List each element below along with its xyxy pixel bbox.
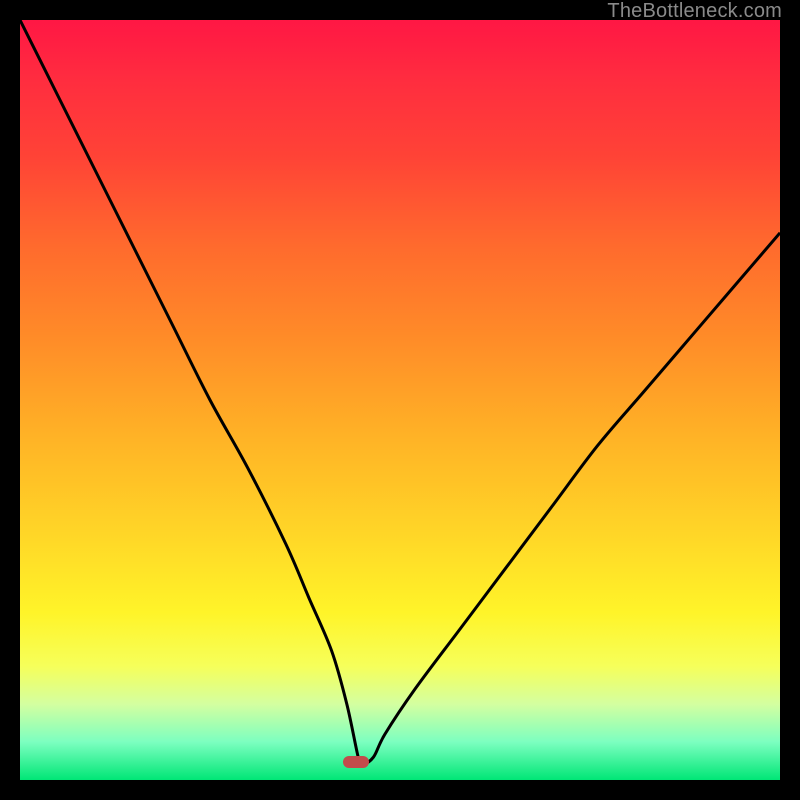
chart-frame: TheBottleneck.com xyxy=(0,0,800,800)
bottleneck-curve xyxy=(20,20,780,765)
curve-svg xyxy=(20,20,780,780)
plot-area xyxy=(20,20,780,780)
optimal-marker xyxy=(343,756,369,768)
